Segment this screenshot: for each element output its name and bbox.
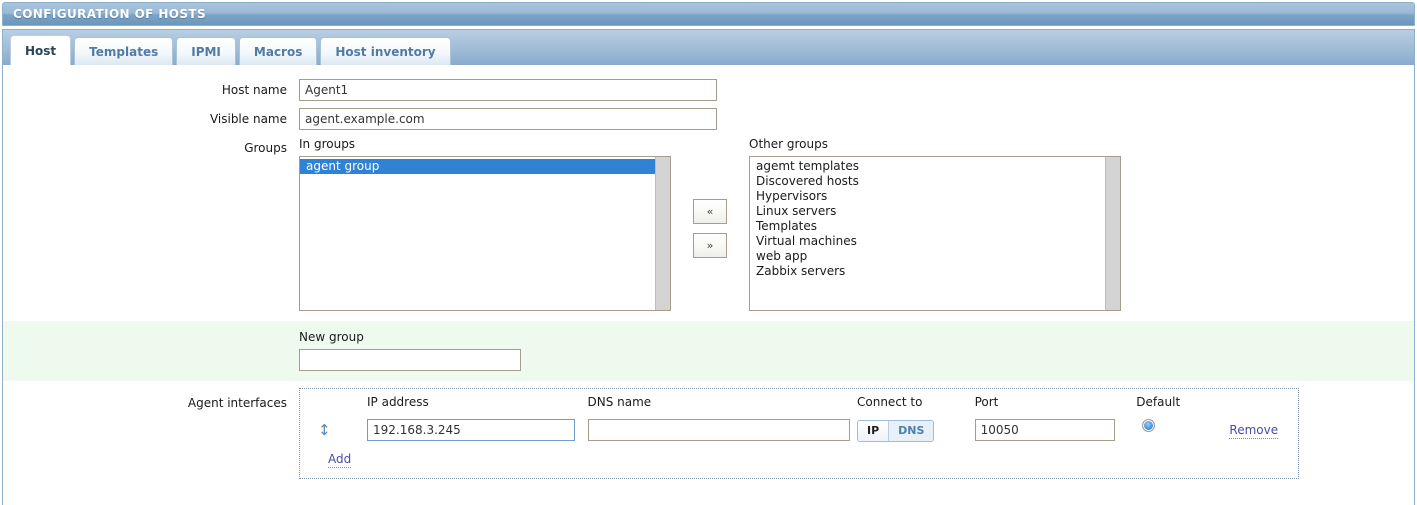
page-title: CONFIGURATION OF HOSTS: [13, 7, 207, 21]
list-item[interactable]: Templates: [750, 219, 1105, 234]
agent-interfaces-label: Agent interfaces: [187, 396, 287, 410]
list-item[interactable]: agent group: [300, 159, 655, 174]
dns-name-header: DNS name: [587, 395, 652, 409]
window-title-bar: CONFIGURATION OF HOSTS: [2, 2, 1415, 26]
group-transfer-buttons: « »: [671, 137, 749, 267]
ip-address-input[interactable]: [367, 419, 575, 441]
in-groups-header: In groups: [299, 137, 356, 151]
tab-macros-label: Macros: [253, 44, 303, 59]
tab-host[interactable]: Host: [10, 35, 72, 65]
groups-label: Groups: [244, 141, 287, 155]
dns-name-column: DNS name: [587, 395, 858, 441]
visible-name-label: Visible name: [209, 112, 287, 126]
other-groups-listbox[interactable]: agemt templates Discovered hosts Hypervi…: [749, 156, 1121, 311]
ip-address-column: IP address: [367, 395, 588, 441]
default-column: Default: [1136, 395, 1229, 432]
list-item[interactable]: agemt templates: [750, 159, 1105, 174]
connect-to-dns-button[interactable]: DNS: [889, 421, 934, 441]
drag-handle-header-spacer: [318, 395, 367, 409]
in-groups-listbox[interactable]: agent group: [299, 156, 671, 311]
ip-address-header: IP address: [367, 395, 429, 409]
host-configuration-form: Host name Visible name Groups In groups …: [2, 65, 1415, 505]
add-interface-wrap: Add: [300, 442, 1298, 468]
remove-header-spacer: [1229, 395, 1298, 409]
groups-row: Groups In groups agent group « » Other g…: [3, 137, 1414, 311]
host-name-label: Host name: [221, 83, 287, 97]
agent-interfaces-row: Agent interfaces ↕ IP address DNS name C…: [3, 388, 1414, 479]
other-groups-items: agemt templates Discovered hosts Hypervi…: [750, 157, 1105, 310]
drag-vertical-icon[interactable]: ↕: [318, 419, 367, 441]
tab-host-label: Host: [25, 43, 57, 58]
default-header: Default: [1136, 395, 1181, 409]
agent-interfaces-container: ↕ IP address DNS name Connect to IP DNS: [299, 388, 1299, 479]
tab-ipmi-label: IPMI: [191, 44, 221, 59]
visible-name-input[interactable]: [299, 108, 717, 130]
tab-host-inventory[interactable]: Host inventory: [320, 37, 451, 65]
connect-to-ip-button[interactable]: IP: [858, 421, 890, 441]
list-item[interactable]: web app: [750, 249, 1105, 264]
new-group-field-group: New group: [299, 330, 521, 371]
tab-host-inventory-label: Host inventory: [335, 44, 436, 59]
in-groups-scrollbar[interactable]: [655, 157, 670, 310]
move-right-button[interactable]: »: [693, 233, 727, 258]
list-item[interactable]: Hypervisors: [750, 189, 1105, 204]
groups-dual-list: In groups agent group « » Other groups a…: [299, 137, 1121, 311]
agent-interface-row: ↕ IP address DNS name Connect to IP DNS: [300, 395, 1298, 442]
list-item[interactable]: Virtual machines: [750, 234, 1105, 249]
other-groups-header: Other groups: [749, 137, 828, 151]
drag-handle-column: ↕: [318, 395, 367, 441]
other-groups-column: Other groups agemt templates Discovered …: [749, 137, 1121, 311]
tab-templates-label: Templates: [89, 44, 159, 59]
add-interface-link[interactable]: Add: [328, 452, 352, 468]
port-header: Port: [974, 395, 999, 409]
in-groups-column: In groups agent group: [299, 137, 671, 311]
tab-ipmi[interactable]: IPMI: [176, 37, 236, 65]
remove-column: Remove: [1229, 395, 1298, 439]
new-group-label: New group: [299, 330, 364, 344]
tab-templates[interactable]: Templates: [74, 37, 174, 65]
new-group-row: New group: [3, 321, 1414, 381]
list-item[interactable]: Linux servers: [750, 204, 1105, 219]
move-left-button[interactable]: «: [693, 199, 727, 224]
connect-to-column: Connect to IP DNS: [857, 395, 975, 442]
tab-macros[interactable]: Macros: [238, 37, 318, 65]
list-item[interactable]: Discovered hosts: [750, 174, 1105, 189]
connect-to-toggle: IP DNS: [857, 420, 935, 442]
in-groups-items: agent group: [300, 157, 655, 310]
port-input[interactable]: [974, 419, 1115, 441]
default-radio-button[interactable]: [1142, 419, 1156, 432]
other-groups-scrollbar[interactable]: [1105, 157, 1120, 310]
dns-name-input[interactable]: [587, 419, 850, 441]
host-name-input[interactable]: [299, 79, 717, 101]
connect-to-header: Connect to: [857, 395, 923, 409]
list-item[interactable]: Zabbix servers: [750, 264, 1105, 279]
tab-bar: Host Templates IPMI Macros Host inventor…: [2, 29, 1415, 65]
visible-name-row: Visible name: [3, 108, 1414, 130]
new-group-input[interactable]: [299, 349, 521, 371]
remove-interface-link[interactable]: Remove: [1229, 423, 1279, 439]
host-name-row: Host name: [3, 79, 1414, 101]
port-column: Port: [974, 395, 1137, 441]
